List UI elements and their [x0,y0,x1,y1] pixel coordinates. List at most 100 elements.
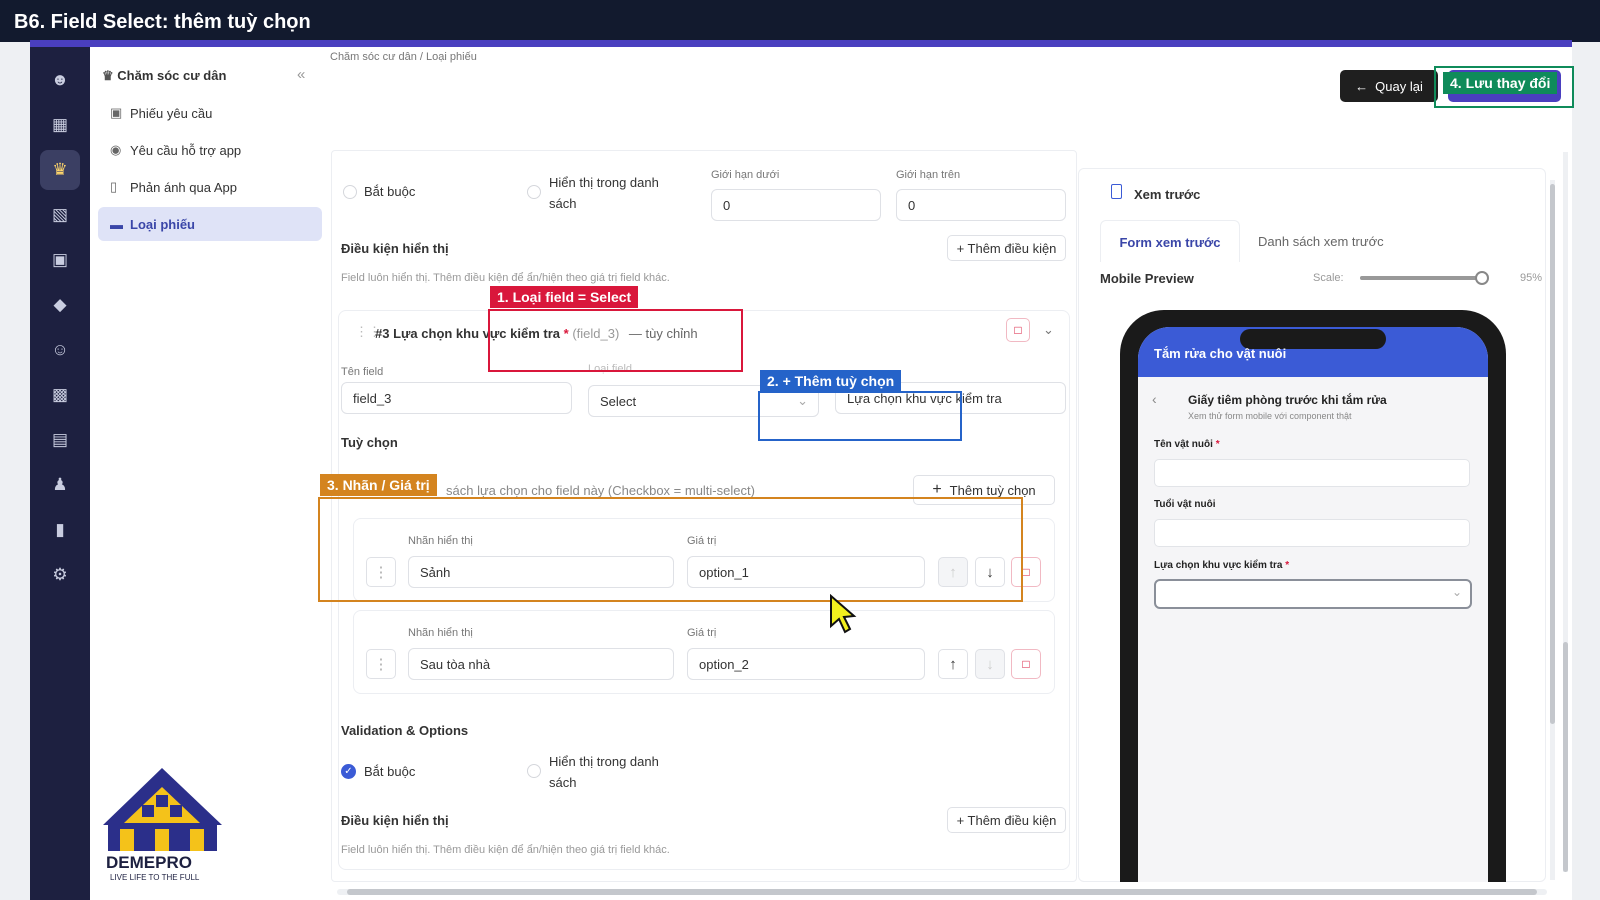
option-label-input[interactable]: Sau tòa nhà [408,648,674,680]
annotation-save-frame [1434,66,1574,108]
preview-title: Xem trước [1134,187,1201,202]
trash-icon[interactable]: □ [1006,318,1030,342]
required-checkbox[interactable]: ✓ [341,764,356,779]
lower-limit-input[interactable]: 0 [711,189,881,221]
chevron-down-icon: ⌄ [1451,585,1462,599]
option-value-title: Giá trị [687,627,717,639]
briefcase-icon[interactable]: ▣ [40,240,80,280]
car-icon[interactable]: ◆ [40,285,80,325]
phone-field-2-input[interactable] [1154,519,1470,547]
preview-scrollbar-thumb[interactable] [1550,184,1555,724]
person-icon[interactable]: ♟ [40,465,80,505]
preview-scrollbar[interactable] [1550,180,1555,880]
icon-rail: ☻ ▦ ♛ ▧ ▣ ◆ ☺ ▩ ▤ ♟ ▮ ⚙ [30,47,90,900]
arrow-down-icon[interactable]: ↓ [975,649,1005,679]
scale-label: Scale: [1313,272,1344,284]
vertical-scrollbar[interactable] [1563,152,1568,872]
annotation-1-frame [488,309,743,372]
phone-form-title: Giấy tiêm phòng trước khi tắm rửa [1188,393,1387,407]
validation-title: Validation & Options [341,723,469,738]
chart-icon[interactable]: ▮ [40,510,80,550]
breadcrumb-parent[interactable]: Chăm sóc cư dân [330,51,417,63]
required-star: * [1285,560,1290,571]
chevron-left-icon[interactable]: ‹ [1152,391,1157,407]
phone-field-2-label: Tuổi vật nuôi [1154,499,1216,510]
show-in-list-label-2: sách [549,775,577,790]
breadcrumb: Chăm sóc cư dân / Loại phiếu [330,51,477,63]
care-icon: ♛ [102,68,114,83]
ticket-icon: ▣ [110,105,123,120]
phone-header-title: Tắm rửa cho vật nuôi [1154,346,1287,361]
field-name-label: Tên field [341,366,384,378]
annotation-2-frame [758,391,962,441]
mouse-cursor-icon [830,594,857,634]
right-margin [1572,42,1600,900]
support-icon: ◉ [110,142,122,157]
upper-limit-input[interactable]: 0 [896,189,1066,221]
arrow-left-icon: ← [1355,78,1369,94]
building-icon[interactable]: ▦ [40,105,80,145]
collapse-icon[interactable]: « [297,66,305,83]
scale-value: 95% [1520,272,1543,284]
calculator-icon[interactable]: ▧ [40,195,80,235]
show-in-list-checkbox-prev[interactable] [527,185,541,199]
chevron-down-icon[interactable]: ⌄ [1043,322,1054,338]
display-condition-title: Điều kiện hiển thị [341,813,449,828]
logo-tagline: LIVE LIFE TO THE FULL [110,873,200,882]
phone-field-3-label: Lựa chọn khu vực kiểm tra * [1154,560,1289,571]
breadcrumb-current: Loại phiếu [426,51,477,63]
vertical-scrollbar-thumb[interactable] [1563,642,1568,872]
horizontal-scrollbar-thumb[interactable] [347,889,1537,895]
gear-icon[interactable]: ⚙ [40,555,80,595]
lower-limit-label: Giới hạn dưới [711,169,780,181]
menu-item-label: Phiếu yêu cầu [130,105,213,121]
show-in-list-label-prev: Hiển thị trong danh [549,175,659,190]
tab-form-preview[interactable]: Form xem trước [1100,220,1240,262]
options-title: Tuỳ chọn [341,435,398,450]
arrow-up-icon[interactable]: ↑ [938,649,968,679]
annotation-3-label: 3. Nhãn / Giá trị [320,474,437,496]
scale-slider-knob[interactable] [1474,271,1489,285]
phone-field-label-text: Lựa chọn khu vực kiểm tra [1154,560,1283,571]
phone-form-subtitle: Xem thử form mobile với component thật [1188,411,1352,421]
add-condition-button-prev[interactable]: + Thêm điều kiện [947,235,1066,261]
tab-list-preview[interactable]: Danh sách xem trước [1258,234,1384,249]
annotation-3-frame [318,497,1023,602]
display-condition-hint-prev: Field luôn hiển thị. Thêm điều kiện để ẩ… [341,272,670,284]
display-condition-hint: Field luôn hiển thị. Thêm điều kiện để ẩ… [341,844,670,856]
store-icon[interactable]: ▤ [40,420,80,460]
phone-field-3-select[interactable]: ⌄ [1154,579,1472,609]
add-condition-button[interactable]: + Thêm điều kiện [947,807,1066,833]
back-label: Quay lại [1375,78,1423,94]
user-icon[interactable]: ☻ [40,60,80,100]
show-in-list-checkbox[interactable] [527,764,541,778]
menu-item-phan-anh[interactable]: ▯ Phản ánh qua App [98,169,322,205]
tutorial-title: B6. Field Select: thêm tuỳ chọn [0,0,1600,42]
option-label-title: Nhãn hiển thị [408,627,473,639]
upper-limit-label: Giới hạn trên [896,169,961,181]
mobile-preview-label: Mobile Preview [1100,271,1194,286]
menu-item-phieu-yeu-cau[interactable]: ▣ Phiếu yêu cầu [98,95,322,131]
back-button[interactable]: ← Quay lại [1340,70,1438,102]
phone-field-1-input[interactable] [1154,459,1470,487]
trash-icon[interactable]: □ [1011,649,1041,679]
menu-item-yeu-cau-ho-tro[interactable]: ◉ Yêu cầu hỗ trợ app [98,132,322,168]
users-icon[interactable]: ☺ [40,330,80,370]
field-name-input[interactable]: field_3 [341,382,572,414]
option-value-input[interactable]: option_2 [687,648,925,680]
phone-screen: Tắm rửa cho vật nuôi ‹ Giấy tiêm phòng t… [1138,327,1488,882]
submenu-header: ♛ Chăm sóc cư dân [102,68,226,84]
submenu-header-label: Chăm sóc cư dân [117,68,227,83]
card-icon: ▬ [110,216,123,232]
scale-slider[interactable] [1360,276,1488,280]
apartment-icon[interactable]: ▩ [40,375,80,415]
required-checkbox-prev[interactable] [343,185,357,199]
horizontal-scrollbar[interactable] [337,889,1547,895]
required-star: * [1215,439,1220,450]
option-drag-handle-icon[interactable]: ⋮ [366,649,396,679]
required-label-prev: Bắt buộc [364,184,416,199]
resident-care-icon[interactable]: ♛ [40,150,80,190]
menu-item-label: Phản ánh qua App [130,179,237,195]
menu-item-loai-phieu[interactable]: ▬ Loại phiếu [98,207,322,241]
add-option-label: Thêm tuỳ chọn [949,482,1036,498]
